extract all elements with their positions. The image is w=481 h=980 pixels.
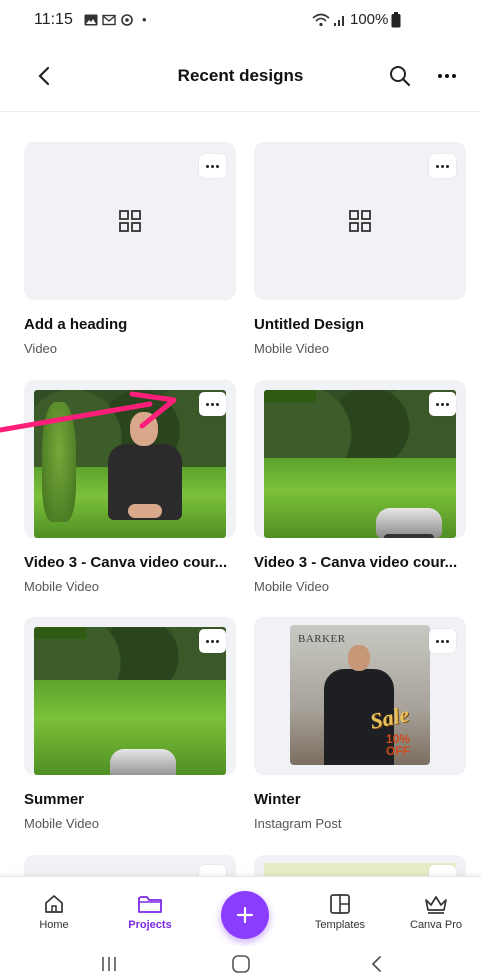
card-more-button[interactable] [429, 154, 456, 178]
recent-apps-button[interactable] [94, 952, 124, 976]
design-thumbnail[interactable] [254, 380, 466, 538]
nav-projects[interactable]: Projects [110, 891, 190, 931]
poster-brand: BARKER [298, 633, 346, 645]
poster-discount-off: OFF [386, 744, 411, 758]
gallery-icon [84, 14, 98, 25]
templates-icon [330, 894, 350, 914]
more-dot [438, 74, 442, 78]
robot-mower [110, 749, 176, 775]
app-header: Recent designs [0, 44, 481, 112]
home-icon [45, 895, 63, 913]
nav-templates-label: Templates [314, 919, 366, 931]
design-thumbnail[interactable] [24, 617, 236, 775]
poster-image: BARKER Sale 10% OFF [290, 625, 430, 765]
design-thumbnail[interactable] [254, 142, 466, 300]
card-more-button[interactable] [199, 392, 226, 416]
battery-percent: 100% [350, 11, 389, 28]
design-title[interactable]: Winter [254, 791, 466, 808]
video-preview-image [264, 390, 456, 538]
layout-grid-icon [349, 210, 371, 232]
system-navigation-bar [0, 946, 481, 980]
system-back-button[interactable] [362, 952, 392, 976]
nav-canva-pro[interactable]: Canva Pro [396, 891, 476, 931]
nav-projects-label: Projects [128, 919, 172, 931]
mail-icon [102, 14, 116, 25]
design-card[interactable]: Add a heading Video [24, 142, 236, 356]
nav-home-label: Home [39, 919, 69, 931]
recent-apps-icon [102, 957, 116, 971]
bottom-navigation: Home Projects Templates Canva Pro [0, 876, 481, 946]
layout-grid-icon [119, 210, 141, 232]
plus-icon [236, 906, 254, 924]
design-title[interactable]: Add a heading [24, 316, 236, 333]
design-type: Mobile Video [254, 341, 329, 356]
design-card[interactable]: Video 3 - Canva video cour... Mobile Vid… [254, 380, 466, 594]
home-square-icon [232, 955, 250, 973]
search-button[interactable] [386, 62, 414, 90]
design-title[interactable]: Untitled Design [254, 316, 466, 333]
search-icon [390, 66, 411, 87]
robot-mower [376, 508, 442, 538]
folder-icon [138, 896, 162, 913]
system-status: 100% [312, 11, 401, 28]
more-options-button[interactable] [432, 62, 462, 90]
back-chevron-icon [371, 956, 381, 972]
design-type: Mobile Video [254, 579, 329, 594]
battery-icon [391, 11, 401, 27]
design-card[interactable]: Untitled Design Mobile Video [254, 142, 466, 356]
design-thumbnail[interactable]: BARKER Sale 10% OFF [254, 617, 466, 775]
crown-icon [425, 896, 447, 914]
status-time: 11:15 [34, 11, 73, 28]
design-title[interactable]: Video 3 - Canva video cour... [254, 554, 466, 571]
status-bar: 11:15 • 100% [0, 0, 481, 44]
pointer-arrow-icon [0, 391, 177, 433]
status-dot: • [142, 12, 147, 27]
home-system-button[interactable] [226, 952, 256, 976]
video-preview-image [34, 627, 226, 775]
card-more-button[interactable] [199, 629, 226, 653]
design-thumbnail[interactable] [24, 142, 236, 300]
card-more-button[interactable] [429, 629, 456, 653]
create-design-button[interactable] [221, 891, 269, 939]
sync-icon [121, 13, 133, 26]
design-type: Mobile Video [24, 579, 99, 594]
design-type: Mobile Video [24, 816, 99, 831]
more-dot [452, 74, 456, 78]
design-type: Video [24, 341, 58, 356]
design-type: Instagram Post [254, 816, 342, 831]
poster-discount: 10% OFF [386, 733, 410, 757]
notification-icons: • [84, 12, 147, 27]
signal-icon [334, 15, 344, 26]
nav-canva-pro-label: Canva Pro [410, 919, 462, 931]
nav-home[interactable]: Home [14, 891, 94, 931]
wifi-icon [312, 13, 330, 26]
design-card[interactable]: BARKER Sale 10% OFF Winter Instagram Pos… [254, 617, 466, 831]
design-title[interactable]: Video 3 - Canva video cour... [24, 554, 236, 571]
card-more-button[interactable] [429, 392, 456, 416]
more-dot [445, 74, 449, 78]
nav-templates[interactable]: Templates [300, 891, 380, 931]
design-card[interactable]: Summer Mobile Video [24, 617, 236, 831]
design-title[interactable]: Summer [24, 791, 236, 808]
card-more-button[interactable] [199, 154, 226, 178]
